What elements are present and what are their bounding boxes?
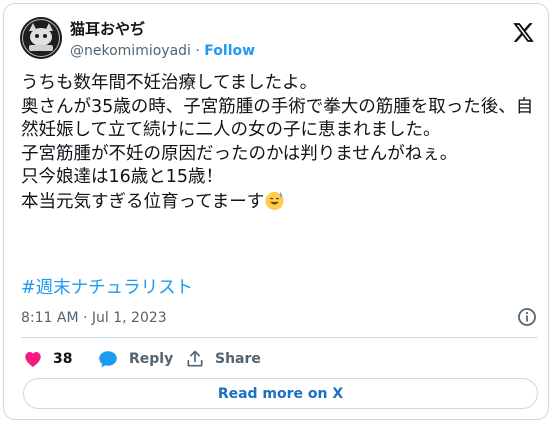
read-more-button[interactable]: Read more on X <box>23 378 538 409</box>
reply-button[interactable]: Reply <box>97 348 173 370</box>
tweet-timestamp[interactable]: 8:11 AM · Jul 1, 2023 <box>21 309 167 327</box>
sweat-smile-emoji <box>264 190 285 211</box>
avatar[interactable] <box>20 17 62 59</box>
reply-label: Reply <box>129 351 174 367</box>
share-button[interactable]: Share <box>185 348 261 370</box>
tweet-text-block: うちも数年間不妊治療してましたよ。 奥さんが35歳の時、子宮筋腫の手術で拳大の筋… <box>21 72 541 214</box>
share-icon <box>187 350 203 367</box>
separator-dot: · <box>195 43 200 59</box>
x-logo-icon[interactable] <box>512 21 535 44</box>
author-name[interactable]: 猫耳おやぢ <box>70 19 145 39</box>
read-more-label: Read more on X <box>217 385 344 402</box>
reply-bubble-icon <box>99 351 117 368</box>
follow-button[interactable]: Follow <box>204 43 255 59</box>
hashtag-link[interactable]: #週末ナチュラリスト <box>21 277 193 300</box>
info-icon[interactable] <box>517 307 537 327</box>
author-handle-row: @nekomimioyadi · Follow <box>70 42 255 60</box>
like-count: 38 <box>53 351 73 367</box>
share-label: Share <box>215 351 261 367</box>
like-button[interactable]: 38 <box>23 348 72 370</box>
tweet-card: 猫耳おやぢ @nekomimioyadi · Follow うちも数年間不妊治療… <box>3 3 549 420</box>
divider <box>21 337 538 338</box>
heart-icon <box>25 352 41 367</box>
author-handle[interactable]: @nekomimioyadi <box>70 43 191 59</box>
